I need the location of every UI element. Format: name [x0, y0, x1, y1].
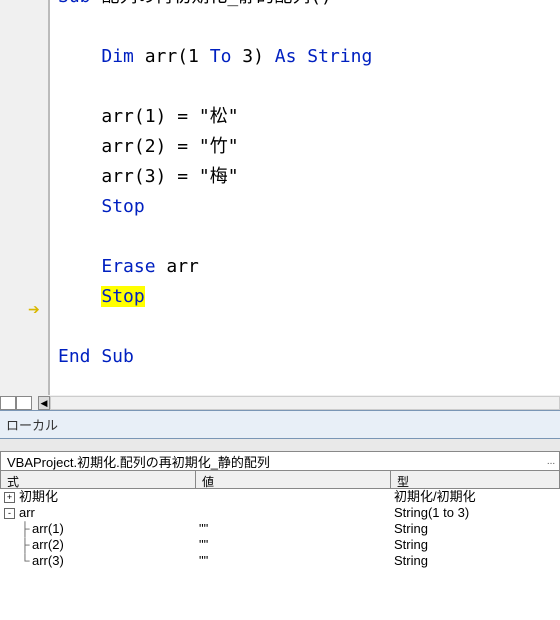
stop-2-current: Stop — [101, 286, 144, 307]
expand-icon[interactable]: + — [4, 492, 15, 503]
locals-value: "" — [195, 537, 390, 553]
kw-as-string: As String — [275, 46, 373, 67]
locals-name: arr — [19, 505, 35, 521]
code-hscroll[interactable]: ◀ — [0, 395, 560, 410]
locals-row[interactable]: + 初期化 初期化/初期化 — [0, 489, 560, 505]
locals-name: 初期化 — [19, 489, 58, 505]
locals-value: "" — [195, 553, 390, 569]
hdr-type[interactable]: 型 — [391, 471, 559, 488]
assign-2: arr(2) = "竹" — [101, 136, 238, 157]
locals-grid-body[interactable]: + 初期化 初期化/初期化 -arr String(1 to 3) ├arr(1)… — [0, 489, 560, 569]
locals-type: 初期化/初期化 — [390, 489, 560, 505]
locals-scope-text: VBAProject.初期化.配列の再初期化_静的配列 — [1, 450, 543, 473]
locals-row[interactable]: ├arr(1) "" String — [0, 521, 560, 537]
locals-value — [195, 489, 390, 505]
locals-value — [195, 505, 390, 521]
locals-grid-header: 式 値 型 — [0, 471, 560, 489]
locals-name: arr(1) — [32, 521, 64, 537]
locals-value: "" — [195, 521, 390, 537]
kw-end-sub: End Sub — [58, 346, 134, 367]
collapse-icon[interactable]: - — [4, 508, 15, 519]
locals-type: String — [390, 521, 560, 537]
proc-view-icon[interactable] — [0, 396, 16, 410]
execution-pointer-icon: ➔ — [28, 302, 40, 316]
locals-row[interactable]: ├arr(2) "" String — [0, 537, 560, 553]
locals-type: String — [390, 553, 560, 569]
locals-name: arr(2) — [32, 537, 64, 553]
code-pane: ➔ Sub 配列の再初期化_静的配列() Dim arr(1 To 3) As … — [0, 0, 560, 395]
hdr-value[interactable]: 値 — [196, 471, 391, 488]
kw-sub: Sub — [58, 0, 91, 7]
assign-3: arr(3) = "梅" — [101, 166, 238, 187]
hdr-expression[interactable]: 式 — [1, 471, 196, 488]
sub-name: 配列の再初期化_静的配列() — [101, 0, 332, 7]
kw-to: To — [210, 46, 232, 67]
kw-erase: Erase — [101, 256, 155, 277]
locals-name: arr(3) — [32, 553, 64, 569]
kw-dim: Dim — [101, 46, 134, 67]
locals-row[interactable]: -arr String(1 to 3) — [0, 505, 560, 521]
code-gutter: ➔ — [0, 0, 49, 395]
stop-1: Stop — [101, 196, 144, 217]
scroll-left-button[interactable]: ◀ — [38, 396, 50, 410]
locals-type: String(1 to 3) — [390, 505, 560, 521]
locals-panel-title: ローカル — [0, 410, 560, 439]
dropdown-icon[interactable]: ... — [543, 456, 559, 467]
locals-scope-dropdown[interactable]: VBAProject.初期化.配列の再初期化_静的配列 ... — [0, 451, 560, 471]
assign-1: arr(1) = "松" — [101, 106, 238, 127]
h-scrollbar-track[interactable] — [50, 396, 560, 410]
locals-type: String — [390, 537, 560, 553]
code-text[interactable]: Sub 配列の再初期化_静的配列() Dim arr(1 To 3) As St… — [49, 0, 560, 395]
locals-row[interactable]: └arr(3) "" String — [0, 553, 560, 569]
full-view-icon[interactable] — [16, 396, 32, 410]
